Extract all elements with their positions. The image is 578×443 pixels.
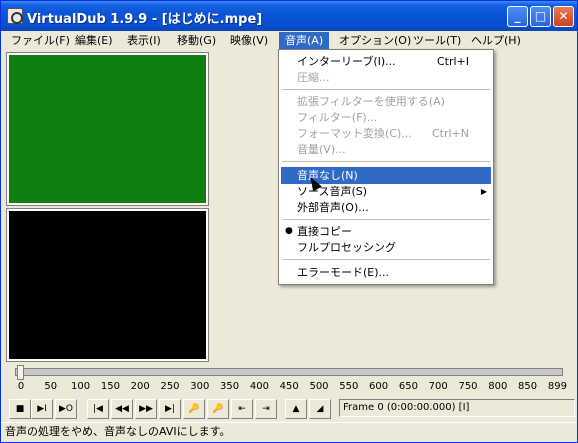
shortcut-label: Ctrl+I [436, 55, 469, 68]
menu-view[interactable]: 表示(I) [121, 32, 167, 49]
timeline-tick-label: 550 [339, 381, 359, 392]
go-start-button[interactable]: |◀ [87, 399, 109, 419]
menu-item-label: ソース音声(S) [297, 185, 368, 198]
timeline-tick-label: 450 [279, 381, 299, 392]
go-end-button[interactable]: ▶| [159, 399, 181, 419]
menu-audio[interactable]: 音声(A) [279, 32, 330, 49]
maximize-button[interactable]: □ [530, 6, 551, 27]
menu-item-external-audio[interactable]: 外部音声(O)... [281, 199, 491, 216]
menu-edit[interactable]: 編集(E) [69, 32, 119, 49]
radio-bullet-icon: ● [285, 226, 293, 236]
timeline-tick-label: 899 [547, 381, 567, 392]
menu-item-label: インターリーブ(I)... [297, 55, 396, 68]
menu-item-label: 圧縮... [297, 71, 330, 84]
stop-button[interactable]: ■ [9, 399, 31, 419]
menu-go[interactable]: 移動(G) [171, 32, 222, 49]
timeline-tick-label: 100 [71, 381, 91, 392]
menu-separator [282, 89, 490, 90]
timeline-tick-label: 350 [220, 381, 240, 392]
menu-item-interleave[interactable]: インターリーブ(I)... Ctrl+I [281, 53, 491, 70]
timeline-tick-label: 0 [17, 381, 25, 392]
title-bar[interactable]: VirtualDub 1.9.9 - [はじめに.mpe] _ □ ✕ [1, 1, 577, 31]
menu-help[interactable]: ヘルプ(H) [465, 32, 527, 49]
menu-item-compression[interactable]: 圧縮... [281, 69, 491, 86]
timeline-tick-label: 700 [428, 381, 448, 392]
menu-item-label: 外部音声(O)... [297, 201, 369, 214]
timeline-tick-label: 50 [44, 381, 58, 392]
menu-item-label: フィルター(F)... [297, 111, 378, 124]
output-video-pane[interactable] [6, 208, 209, 362]
audio-menu-dropdown: インターリーブ(I)... Ctrl+I 圧縮... 拡張フィルターを使用する(… [278, 49, 494, 285]
window-title: VirtualDub 1.9.9 - [はじめに.mpe] [27, 12, 263, 27]
timeline-tick-label: 250 [160, 381, 180, 392]
menu-item-full-processing[interactable]: フルプロセッシング [281, 239, 491, 256]
play-output-button[interactable]: ▶O [55, 399, 77, 419]
timeline-tick-label: 150 [100, 381, 120, 392]
mark-out-button[interactable]: ◢ [309, 399, 331, 419]
menu-item-advanced-filtering[interactable]: 拡張フィルターを使用する(A) [281, 93, 491, 110]
menu-item-label: フルプロセッシング [297, 241, 396, 254]
timeline-tick-label: 800 [488, 381, 508, 392]
menu-item-label: 音量(V)... [297, 143, 346, 156]
menu-item-direct-copy[interactable]: ● 直接コピー [281, 223, 491, 240]
timeline-tick-label: 750 [458, 381, 478, 392]
menu-separator [282, 259, 490, 260]
menu-item-filters[interactable]: フィルター(F)... [281, 109, 491, 126]
mark-in-button[interactable]: ▲ [285, 399, 307, 419]
menu-item-label: フォーマット変換(C)... [297, 127, 412, 140]
next-key-button[interactable]: 🔑 [207, 399, 229, 419]
menu-item-conversion[interactable]: フォーマット変換(C)... Ctrl+N [281, 125, 491, 142]
timeline-tick-label: 300 [190, 381, 210, 392]
timeline-thumb[interactable] [17, 365, 24, 380]
menu-file[interactable]: ファイル(F) [5, 32, 76, 49]
menu-video[interactable]: 映像(V) [224, 32, 274, 49]
step-back-button[interactable]: ◀◀ [111, 399, 133, 419]
timeline-tick-label: 850 [518, 381, 538, 392]
menu-item-label: 拡張フィルターを使用する(A) [297, 95, 445, 108]
timeline-tick-label: 600 [369, 381, 389, 392]
submenu-arrow-icon: ▶ [480, 187, 487, 196]
play-input-button[interactable]: ▶I [31, 399, 53, 419]
menu-item-error-mode[interactable]: エラーモード(E)... [281, 264, 491, 281]
menu-item-label: エラーモード(E)... [297, 266, 390, 279]
timeline-tick-label: 500 [309, 381, 329, 392]
prev-scene-button[interactable]: ⇤ [231, 399, 253, 419]
shortcut-label: Ctrl+N [431, 127, 469, 140]
app-window: VirtualDub 1.9.9 - [はじめに.mpe] _ □ ✕ ファイル… [0, 0, 578, 443]
status-bar: 音声の処理をやめ、音声なしのAVIにします。 [1, 422, 577, 442]
minimize-button[interactable]: _ [507, 6, 528, 27]
menu-options[interactable]: オプション(O) [333, 32, 417, 49]
menu-item-volume[interactable]: 音量(V)... [281, 141, 491, 158]
timeline-tick-label: 650 [398, 381, 418, 392]
close-button[interactable]: ✕ [553, 6, 574, 27]
timeline-tick-label: 200 [130, 381, 150, 392]
prev-key-button[interactable]: 🔑 [183, 399, 205, 419]
next-scene-button[interactable]: ⇥ [255, 399, 277, 419]
virtualdub-app-icon[interactable] [7, 8, 23, 24]
menu-separator [282, 161, 490, 162]
step-forward-button[interactable]: ▶▶ [135, 399, 157, 419]
input-video-pane[interactable] [6, 52, 209, 206]
timeline-track[interactable] [15, 368, 563, 376]
timeline-tick-label: 400 [249, 381, 269, 392]
menu-item-label: 直接コピー [297, 225, 352, 238]
frame-readout[interactable]: Frame 0 (0:00:00.000) [I] [339, 399, 575, 417]
menu-tools[interactable]: ツール(T) [407, 32, 467, 49]
menu-separator [282, 219, 490, 220]
menu-bar: ファイル(F) 編集(E) 表示(I) 移動(G) 映像(V) 音声(A) オプ… [1, 31, 577, 50]
